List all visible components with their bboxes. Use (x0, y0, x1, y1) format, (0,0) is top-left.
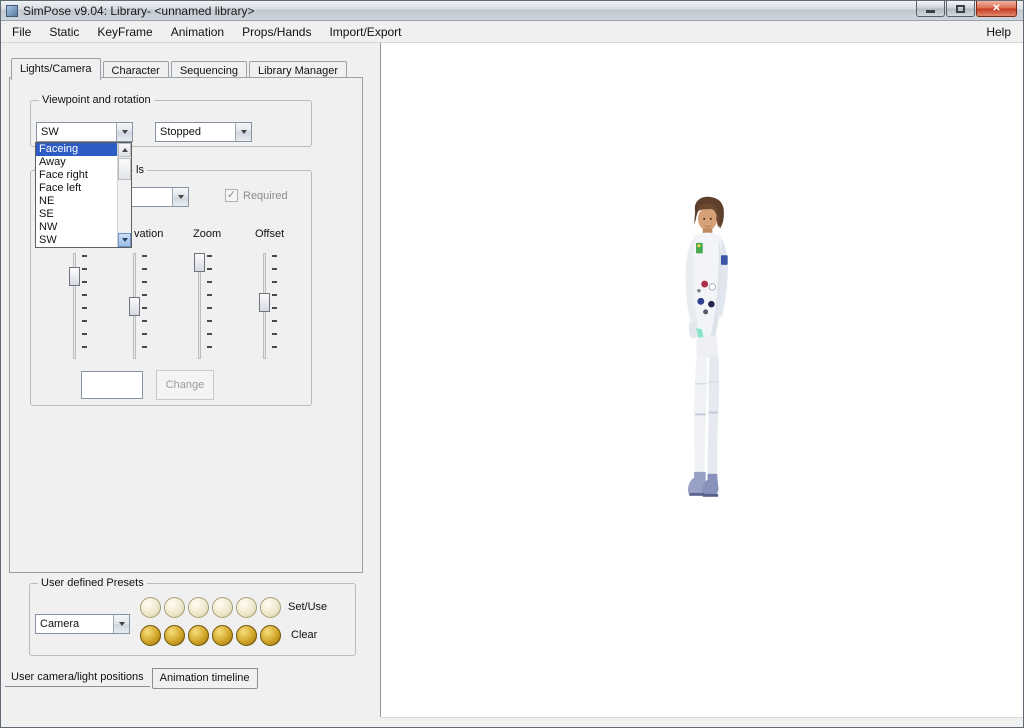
tab-lights-camera[interactable]: Lights/Camera (11, 58, 101, 80)
slider-thumb[interactable] (194, 253, 205, 272)
astronaut-figure (651, 195, 766, 513)
render-viewport[interactable] (380, 43, 1024, 717)
required-checkbox-label: Required (243, 190, 288, 202)
slider-offset[interactable] (259, 251, 281, 363)
maximize-icon (956, 5, 965, 13)
menu-props-hands[interactable]: Props/Hands (233, 22, 320, 42)
slider-thumb[interactable] (259, 293, 270, 312)
preset-button[interactable] (188, 597, 209, 618)
dropdown-item-face-right[interactable]: Face right (36, 169, 117, 182)
scroll-up-button[interactable] (118, 143, 131, 157)
presets-combo[interactable]: Camera (35, 614, 130, 634)
facing-dropdown-list: Faceing Away Face right Face left NE SE … (35, 142, 132, 248)
hidden-combo-dropdown-icon[interactable] (172, 188, 188, 206)
preset-button[interactable] (260, 625, 281, 646)
dropdown-items: Faceing Away Face right Face left NE SE … (36, 143, 117, 247)
arrow-up-icon (122, 148, 128, 152)
dropdown-item-away[interactable]: Away (36, 156, 117, 169)
menu-help[interactable]: Help (977, 22, 1023, 42)
app-window: SimPose v9.04: Library- <unnamed library… (0, 0, 1024, 728)
viewpoint-group-label: Viewpoint and rotation (39, 94, 154, 106)
menu-import-export[interactable]: Import/Export (320, 22, 410, 42)
viewpoint-group: Viewpoint and rotation SW Stopped (30, 100, 312, 147)
change-button[interactable]: Change (156, 370, 214, 400)
slider-thumb[interactable] (129, 297, 140, 316)
presets-group: User defined Presets Camera (29, 583, 356, 656)
slider-ticks (272, 255, 277, 359)
tab-animation-timeline[interactable]: Animation timeline (152, 668, 258, 689)
presets-combo-dropdown-icon[interactable] (113, 615, 129, 633)
menu-keyframe[interactable]: KeyFrame (88, 22, 161, 42)
preset-button[interactable] (212, 625, 233, 646)
dropdown-item-nw[interactable]: NW (36, 221, 117, 234)
preset-button[interactable] (188, 625, 209, 646)
viewport-bottom-strip (381, 717, 1024, 728)
slider-azimuth[interactable] (69, 251, 91, 363)
facing-combo-dropdown-icon[interactable] (116, 123, 132, 141)
window-title: SimPose v9.04: Library- <unnamed library… (23, 4, 254, 18)
minimize-icon (926, 10, 935, 13)
chevron-down-icon (241, 130, 247, 134)
dropdown-item-se[interactable]: SE (36, 208, 117, 221)
facing-combo-value: SW (37, 123, 116, 141)
close-icon: ✕ (992, 4, 1000, 14)
minimize-button[interactable] (916, 1, 945, 17)
zoom-slider-label: Zoom (193, 228, 221, 240)
slider-thumb[interactable] (69, 267, 80, 286)
slider-zoom[interactable] (194, 251, 216, 363)
arrow-down-icon (122, 238, 128, 242)
presets-combo-value: Camera (36, 615, 113, 633)
dropdown-item-face-left[interactable]: Face left (36, 182, 117, 195)
preset-button[interactable] (212, 597, 233, 618)
dropdown-item-sw[interactable]: SW (36, 234, 117, 247)
presets-group-label: User defined Presets (38, 577, 147, 589)
preset-button[interactable] (236, 625, 257, 646)
window-controls: ✕ (916, 1, 1017, 17)
menu-file[interactable]: File (3, 22, 40, 42)
preset-button[interactable] (164, 625, 185, 646)
clear-label: Clear (291, 629, 317, 641)
controls-group-label: ls (133, 164, 147, 176)
required-checkbox[interactable]: ✓ Required (225, 189, 288, 202)
dropdown-scrollbar[interactable] (117, 143, 131, 247)
scroll-down-button[interactable] (118, 233, 131, 247)
slider-ticks (207, 255, 212, 359)
close-button[interactable]: ✕ (976, 1, 1017, 17)
left-panel: Lights/Camera Character Sequencing Libra… (1, 43, 380, 728)
rotation-combo-value: Stopped (156, 123, 235, 141)
rotation-combo-dropdown-icon[interactable] (235, 123, 251, 141)
preset-button[interactable] (260, 597, 281, 618)
facing-combo[interactable]: SW (36, 122, 133, 142)
tab-user-camera-positions[interactable]: User camera/light positions (5, 669, 150, 687)
menu-static[interactable]: Static (40, 22, 88, 42)
rotation-combo[interactable]: Stopped (155, 122, 252, 142)
bottom-tabstrip: User camera/light positions Animation ti… (1, 668, 380, 689)
titlebar: SimPose v9.04: Library- <unnamed library… (1, 1, 1023, 21)
dropdown-item-faceing[interactable]: Faceing (36, 143, 117, 156)
offset-slider-label: Offset (255, 228, 284, 240)
app-icon (6, 5, 18, 17)
preset-button[interactable] (140, 625, 161, 646)
preset-button[interactable] (164, 597, 185, 618)
menubar: File Static KeyFrame Animation Props/Han… (1, 21, 1023, 43)
value-field[interactable] (81, 371, 143, 399)
preset-button[interactable] (236, 597, 257, 618)
checkbox-check-icon: ✓ (225, 189, 238, 202)
preset-set-row (140, 597, 281, 618)
maximize-button[interactable] (946, 1, 975, 17)
preset-button[interactable] (140, 597, 161, 618)
chevron-down-icon (178, 195, 184, 199)
slider-ticks (82, 255, 87, 359)
chevron-down-icon (122, 130, 128, 134)
slider-elevation[interactable] (129, 251, 151, 363)
slider-ticks (142, 255, 147, 359)
elevation-slider-label: vation (134, 228, 163, 240)
preset-clear-row (140, 625, 281, 646)
menu-animation[interactable]: Animation (162, 22, 233, 42)
scrollbar-thumb[interactable] (118, 158, 131, 180)
chevron-down-icon (119, 622, 125, 626)
set-use-label: Set/Use (288, 601, 327, 613)
dropdown-item-ne[interactable]: NE (36, 195, 117, 208)
lights-camera-panel: Viewpoint and rotation SW Stopped ls (9, 77, 363, 573)
